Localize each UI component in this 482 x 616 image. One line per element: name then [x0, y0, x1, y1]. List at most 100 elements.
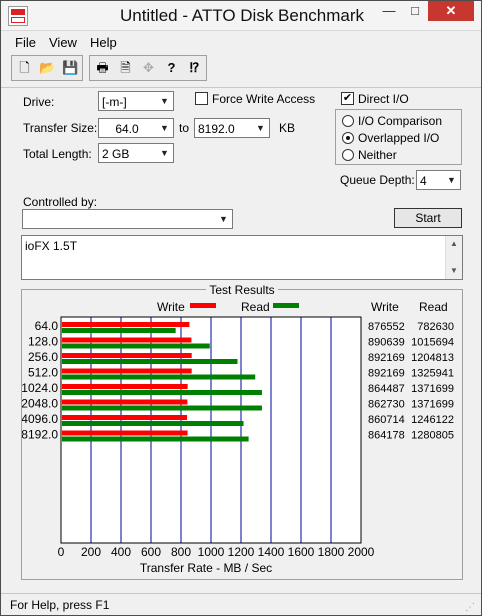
chevron-down-icon: ▼	[219, 214, 228, 224]
to-label: to	[179, 121, 190, 135]
read-bar	[62, 405, 262, 411]
total-length-label: Total Length:	[23, 147, 92, 161]
chevron-down-icon: ▼	[160, 96, 169, 106]
chevron-down-icon: ▼	[160, 148, 169, 158]
chevron-down-icon: ▼	[160, 123, 169, 133]
x-tick-label: 1200	[228, 545, 255, 559]
write-column-header: Write	[371, 300, 399, 314]
read-column-header: Read	[419, 300, 448, 314]
menu-view[interactable]: View	[49, 35, 77, 50]
write-bar	[62, 353, 192, 358]
drive-value: [-m-]	[102, 95, 127, 109]
read-value: 1371699	[411, 399, 454, 411]
total-length-value: 2 GB	[102, 147, 130, 161]
transfer-size-label: 1024.0	[22, 381, 58, 395]
controlled-by-select[interactable]: ▼	[22, 209, 233, 229]
read-value: 1015694	[411, 337, 454, 349]
total-length-select[interactable]: 2 GB ▼	[98, 143, 174, 163]
description-scrollbar[interactable]: ▲ ▼	[445, 236, 462, 279]
direct-io-checkbox[interactable]: ✔	[341, 92, 354, 105]
write-value: 890639	[368, 337, 405, 349]
write-value: 864487	[368, 383, 405, 395]
legend-write-label: Write	[157, 300, 185, 314]
x-tick-label: 1800	[318, 545, 345, 559]
context-help-icon[interactable]: ⁉	[184, 58, 205, 78]
close-button[interactable]: ✕	[428, 1, 474, 21]
direct-io-label: Direct I/O	[358, 92, 409, 106]
minimize-button[interactable]: —	[376, 1, 402, 21]
force-write-label: Force Write Access	[212, 92, 316, 106]
read-bar	[62, 374, 256, 380]
read-value: 1280805	[411, 430, 454, 442]
neither-label: Neither	[358, 148, 397, 162]
x-tick-label: 0	[58, 545, 65, 559]
read-bar	[62, 328, 176, 333]
chart-legend: Write Read	[157, 300, 299, 314]
x-tick-label: 600	[141, 545, 161, 559]
x-tick-label: 400	[111, 545, 131, 559]
transfer-size-label: 8192.0	[22, 428, 58, 442]
menu-help[interactable]: Help	[90, 35, 117, 50]
transfer-size-label: 512.0	[28, 366, 58, 380]
x-tick-label: 1000	[198, 545, 225, 559]
chart-value-labels: 876552 782630 890639 1015694 892169 1204813 89…	[368, 321, 454, 442]
maximize-button[interactable]: □	[402, 1, 428, 21]
write-bar	[62, 322, 190, 327]
transfer-size-label: 64.0	[35, 319, 59, 333]
start-button[interactable]: Start	[394, 208, 462, 228]
x-tick-label: 1400	[258, 545, 285, 559]
write-bar	[62, 368, 192, 374]
read-bar	[62, 359, 238, 364]
io-comparison-label: I/O Comparison	[358, 114, 443, 128]
save-icon[interactable]: 💾	[60, 58, 81, 78]
results-chart: Write Read Write Read 64.0 128.0256.0 512.…	[22, 300, 454, 575]
transfer-size-label: 2048.0	[22, 397, 58, 411]
move-icon[interactable]: ✥	[138, 58, 159, 78]
overlapped-io-radio[interactable]	[342, 132, 354, 144]
transfer-size-label: 256.0	[28, 350, 58, 364]
queue-depth-value: 4	[420, 174, 427, 188]
force-write-checkbox[interactable]	[195, 92, 208, 105]
read-bar	[62, 421, 244, 426]
legend-read-label: Read	[241, 300, 270, 314]
open-icon[interactable]: 📂	[37, 58, 58, 78]
chart-category-labels: 64.0 128.0256.0 512.01024.0 2048.04096.0 819…	[22, 319, 58, 442]
print-icon[interactable]: 🖶	[92, 58, 113, 78]
transfer-size-from-select[interactable]: 64.0 ▼	[98, 118, 174, 138]
description-textarea[interactable]: ioFX 1.5T ▲ ▼	[21, 235, 463, 280]
scroll-up-icon[interactable]: ▲	[446, 236, 462, 252]
write-value: 860714	[368, 414, 405, 426]
menu-bar: File View Help	[1, 32, 481, 52]
transfer-size-to-select[interactable]: 8192.0 ▼	[194, 118, 270, 138]
write-value: 862730	[368, 399, 405, 411]
new-icon[interactable]: 🗋	[14, 58, 35, 78]
x-tick-label: 2000	[348, 545, 375, 559]
x-tick-label: 800	[171, 545, 191, 559]
toolbar-tools-group: 🖶 🗎 ✥ ? ⁉	[89, 55, 207, 81]
write-value: 892169	[368, 368, 405, 380]
write-value: 864178	[368, 430, 405, 442]
drive-select[interactable]: [-m-] ▼	[98, 91, 174, 111]
print-preview-icon[interactable]: 🗎	[115, 58, 136, 78]
overlapped-io-label: Overlapped I/O	[358, 131, 440, 145]
chevron-down-icon: ▼	[447, 175, 456, 185]
write-bar	[62, 430, 188, 436]
drive-label: Drive:	[23, 95, 55, 109]
write-bar	[62, 399, 188, 405]
resize-grip-icon[interactable]: ⋰	[465, 602, 475, 613]
legend-read-swatch	[273, 303, 299, 308]
write-bar	[62, 337, 192, 343]
menu-file[interactable]: File	[15, 35, 36, 50]
legend-write-swatch	[190, 303, 216, 308]
queue-depth-select[interactable]: 4 ▼	[416, 170, 461, 190]
neither-radio[interactable]	[342, 149, 354, 161]
test-results-group: Test Results Write Read Write Read 64.0 1…	[21, 283, 463, 580]
title-bar[interactable]: Untitled - ATTO Disk Benchmark — □ ✕	[1, 1, 481, 31]
help-icon[interactable]: ?	[161, 58, 182, 78]
scroll-down-icon[interactable]: ▼	[446, 263, 462, 279]
toolbar: 🗋 📂 💾 🖶 🗎 ✥ ? ⁉	[11, 55, 211, 81]
io-comparison-radio[interactable]	[342, 115, 354, 127]
toolbar-file-group: 🗋 📂 💾	[11, 55, 83, 81]
x-tick-label: 1600	[288, 545, 315, 559]
toolbar-separator	[1, 87, 481, 88]
